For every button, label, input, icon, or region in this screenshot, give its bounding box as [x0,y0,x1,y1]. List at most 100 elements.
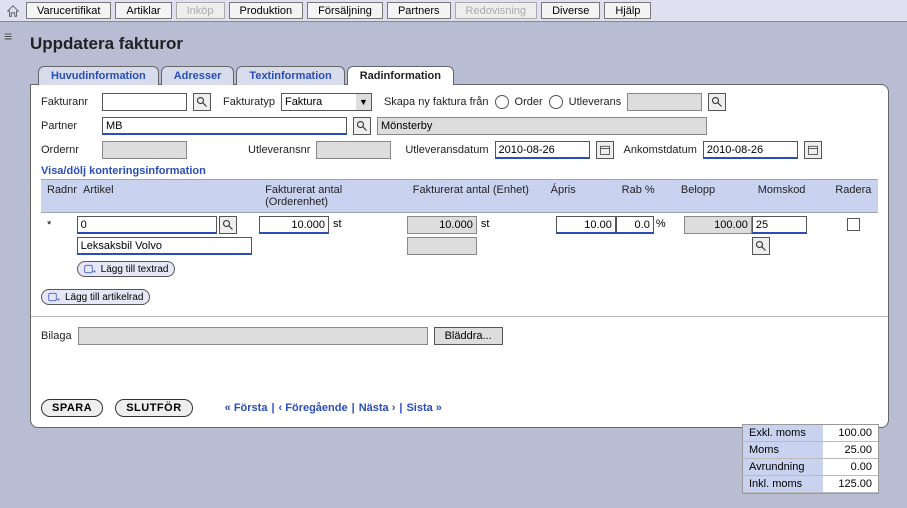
total-exkl-label: Exkl. moms [743,425,823,442]
table-row: * + Lägg till textrad st [41,213,878,281]
top-menu-bar: Varucertifikat Artiklar Inköp Produktion… [0,0,907,22]
artikel-name-input[interactable] [77,237,252,255]
bilaga-label: Bilaga [41,330,72,342]
save-button[interactable]: SPARA [41,399,103,417]
browse-button[interactable]: Bläddra... [434,327,503,345]
visa-dolj-kontering-link[interactable]: Visa/dölj konteringsinformation [41,165,878,177]
separator [31,316,888,317]
grid-header: Radnr Artikel Fakturerat antal (Orderenh… [41,179,878,213]
total-moms-value: 25.00 [823,442,878,459]
ankomstdatum-input[interactable] [703,141,798,159]
utleverans-radio[interactable] [549,95,563,109]
fakt-enh-extra [407,237,477,255]
col-fakt-ord: Fakturerat antal (Orderenhet) [259,180,407,212]
menu-artiklar[interactable]: Artiklar [115,2,171,19]
order-label: Order [515,96,543,108]
tab-adresser[interactable]: Adresser [161,66,235,85]
artikel-code-input[interactable] [77,216,217,234]
utleveransnr-input [316,141,391,159]
radera-checkbox[interactable] [847,218,860,231]
enh-unit: st [481,216,490,234]
pager: « Första | ‹ Föregående | Nästa › | Sist… [225,402,442,414]
col-momskod: Momskod [752,180,829,212]
ord-unit: st [333,216,342,230]
fakt-enh-input [407,216,477,234]
partner-code-input[interactable] [102,117,347,135]
fakturanr-lookup-icon[interactable] [193,93,211,111]
skapa-label: Skapa ny faktura från [384,96,489,108]
row-radnr: * [41,216,77,234]
rab-unit: % [656,216,666,234]
pager-next[interactable]: Nästa › [359,402,396,414]
total-inkl-value: 125.00 [823,476,878,493]
add-artikelrad-button[interactable]: + Lägg till artikelrad [41,289,150,305]
momskod-lookup-icon[interactable] [752,237,770,255]
fakturanr-input[interactable] [102,93,187,111]
page-title: Uppdatera fakturor [30,34,889,54]
col-belopp: Belopp [675,180,752,212]
fakturatyp-dropdown-icon[interactable]: ▼ [356,93,372,111]
menu-inkop: Inköp [176,2,225,19]
partner-lookup-icon[interactable] [353,117,371,135]
finish-button[interactable]: SLUTFÖR [115,399,192,417]
total-avr-label: Avrundning [743,459,823,476]
menu-varucertifikat[interactable]: Varucertifikat [26,2,111,19]
utleveransdatum-input[interactable] [495,141,590,159]
momskod-input[interactable] [752,216,807,234]
pager-prev[interactable]: ‹ Föregående [279,402,348,414]
svg-text:+: + [92,269,96,276]
ankomstdatum-label: Ankomstdatum [624,144,697,156]
col-fakt-enh: Fakturerat antal (Enhet) [407,180,545,212]
ankomstdatum-calendar-icon[interactable] [804,141,822,159]
menu-partners[interactable]: Partners [387,2,451,19]
artikel-lookup-icon[interactable] [219,216,237,234]
svg-text:+: + [56,297,60,304]
menu-diverse[interactable]: Diverse [541,2,600,19]
utleverans-lookup-input[interactable] [627,93,702,111]
rab-input[interactable] [616,216,654,234]
ordernr-input [102,141,187,159]
bilaga-input[interactable] [78,327,428,345]
tab-huvudinformation[interactable]: Huvudinformation [38,66,159,85]
col-radera: Radera [829,180,878,212]
col-rab: Rab % [616,180,675,212]
home-icon[interactable] [4,3,22,19]
fakturatyp-label: Fakturatyp [223,96,275,108]
pager-last[interactable]: Sista » [406,402,441,414]
col-artikel: Artikel [77,180,259,212]
main-panel: Fakturanr Fakturatyp ▼ Skapa ny faktura … [30,84,889,428]
fakturatyp-select[interactable] [281,93,356,111]
tab-radinformation[interactable]: Radinformation [347,66,454,85]
utleverans-label: Utleverans [569,96,622,108]
tab-textinformation[interactable]: Textinformation [236,66,344,85]
menu-redovisning: Redovisning [455,2,538,19]
utleveransnr-label: Utleveransnr [248,144,310,156]
pager-first[interactable]: « Första [225,402,268,414]
utleverans-lookup-icon[interactable] [708,93,726,111]
totals-box: Exkl. moms100.00 Moms25.00 Avrundning0.0… [742,424,879,494]
ordernr-label: Ordernr [41,144,96,156]
belopp-display [684,216,752,234]
menu-hjalp[interactable]: Hjälp [604,2,651,19]
partner-label: Partner [41,120,96,132]
fakt-ord-input[interactable] [259,216,329,234]
total-moms-label: Moms [743,442,823,459]
tab-strip: Huvudinformation Adresser Textinformatio… [30,66,889,85]
menu-produktion[interactable]: Produktion [229,2,304,19]
order-radio[interactable] [495,95,509,109]
total-exkl-value: 100.00 [823,425,878,442]
utleveransdatum-label: Utleveransdatum [405,144,488,156]
utleveransdatum-calendar-icon[interactable] [596,141,614,159]
fakturanr-label: Fakturanr [41,96,96,108]
add-textrow-label: Lägg till textrad [101,264,169,275]
apris-input[interactable] [556,216,616,234]
total-avr-value: 0.00 [823,459,878,476]
total-inkl-label: Inkl. moms [743,476,823,493]
add-artikelrad-label: Lägg till artikelrad [65,292,143,303]
menu-forsaljning[interactable]: Försäljning [307,2,383,19]
col-apris: Ápris [545,180,616,212]
sidebar-toggle-icon[interactable]: ≡ [4,28,24,44]
col-radnr: Radnr [41,180,77,212]
partner-name-display [377,117,707,135]
add-textrow-button[interactable]: + Lägg till textrad [77,261,176,277]
